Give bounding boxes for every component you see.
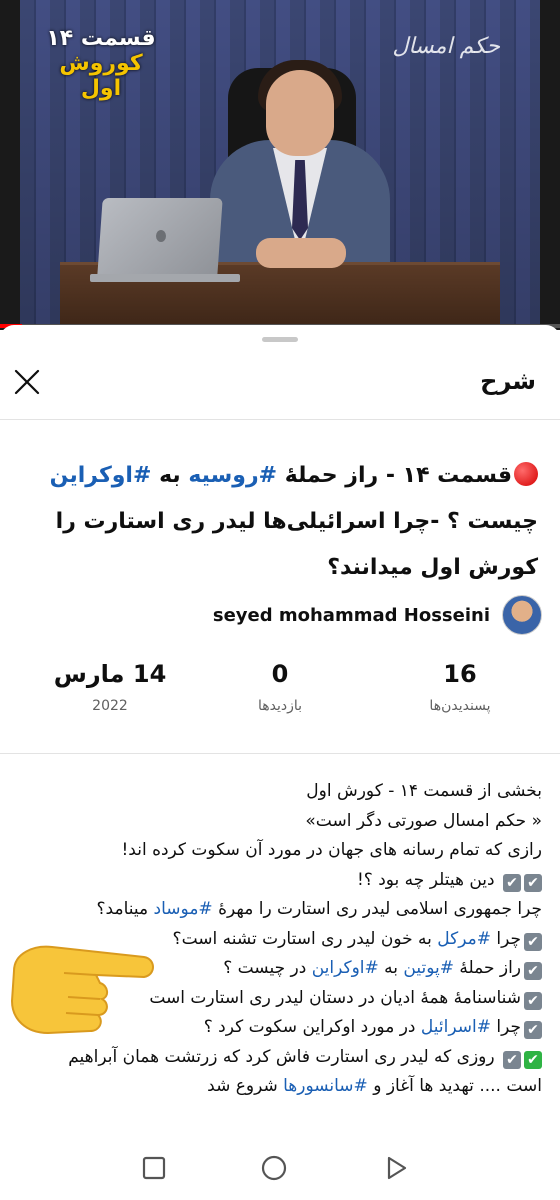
close-button[interactable] bbox=[10, 365, 44, 399]
desc-text: به خون لیدر ری استارت تشنه است؟ bbox=[172, 928, 438, 949]
hashtag-censorship[interactable]: #سانسورها bbox=[283, 1076, 368, 1096]
back-icon bbox=[387, 1156, 407, 1180]
hashtag-russia[interactable]: #روسیه bbox=[188, 463, 277, 488]
desc-line: است .... تهدید ها آغاز و #سانسورها شروع … bbox=[12, 1072, 542, 1102]
desc-text: شناسنامهٔ همهٔ ادیان در دستان لیدر ری اس… bbox=[149, 987, 521, 1008]
video-frame: قسمت ۱۴ کوروش اول حکم امسال bbox=[20, 0, 540, 330]
title-text-2: به bbox=[151, 463, 189, 488]
recents-button[interactable] bbox=[140, 1154, 168, 1182]
title-text-1: قسمت ۱۴ - راز حملهٔ bbox=[277, 463, 512, 488]
home-button[interactable] bbox=[260, 1154, 288, 1182]
hashtag-ukraine-2[interactable]: #اوکراین bbox=[312, 958, 379, 978]
check-icon: ✔ bbox=[503, 873, 521, 892]
date-stat: 14 مارس 2022 bbox=[30, 660, 190, 714]
channel-avatar[interactable] bbox=[502, 595, 542, 635]
desc-text: در مورد اوکراین سکوت کرد ؟ bbox=[203, 1017, 421, 1037]
channel-name[interactable]: seyed mohammad Hosseini bbox=[213, 605, 490, 626]
sheet-title: شرح bbox=[480, 367, 536, 395]
likes-stat: 16 پسندیدن‌ها bbox=[380, 660, 540, 714]
likes-count: 16 bbox=[443, 660, 477, 688]
check-icon: ✔ bbox=[524, 1021, 542, 1039]
video-title: قسمت ۱۴ - راز حملهٔ #روسیه به #اوکراین چ… bbox=[18, 453, 538, 591]
hashtag-putin[interactable]: #پوتین bbox=[403, 958, 454, 978]
stats-row: 16 پسندیدن‌ها 0 بازدیدها 14 مارس 2022 bbox=[0, 660, 560, 740]
green-check-icon: ✔ bbox=[524, 1050, 542, 1069]
likes-label: پسندیدن‌ها bbox=[429, 698, 491, 714]
desc-text: دین هیتلر چه بود ؟! bbox=[356, 869, 495, 890]
desc-line: چرا جمهوری اسلامی لیدر ری استارت را مهره… bbox=[12, 895, 542, 925]
desc-text: چرا جمهوری اسلامی لیدر ری استارت را مهره… bbox=[212, 899, 542, 919]
date-day-month: 14 مارس bbox=[53, 660, 167, 688]
video-player[interactable]: قسمت ۱۴ کوروش اول حکم امسال bbox=[0, 0, 560, 330]
stats-divider bbox=[0, 753, 560, 754]
channel-row[interactable]: seyed mohammad Hosseini bbox=[213, 595, 542, 635]
hashtag-ukraine[interactable]: #اوکراین bbox=[50, 463, 152, 488]
close-icon bbox=[14, 369, 40, 395]
views-label: بازدیدها bbox=[257, 698, 303, 714]
desc-text: به bbox=[378, 958, 404, 978]
apple-logo-icon bbox=[156, 230, 166, 242]
episode-name: کوروش اول bbox=[59, 51, 143, 101]
desc-line: رازی که تمام رسانه های جهان در مورد آن س… bbox=[121, 840, 542, 860]
desc-text: چرا bbox=[490, 1017, 521, 1037]
desc-text: در چیست ؟ bbox=[223, 958, 312, 978]
system-nav-bar bbox=[0, 1136, 560, 1200]
laptop-base bbox=[90, 274, 240, 282]
check-icon: ✔ bbox=[524, 873, 542, 892]
episode-number: قسمت ۱۴ bbox=[46, 26, 156, 51]
check-icon: ✔ bbox=[524, 932, 542, 951]
desc-line: بخشی از قسمت ۱۴ - کورش اول bbox=[306, 781, 542, 801]
red-circle-icon bbox=[514, 462, 538, 486]
views-stat: 0 بازدیدها bbox=[200, 660, 360, 714]
hashtag-merkel[interactable]: #مرکل bbox=[437, 929, 491, 949]
check-icon: ✔ bbox=[524, 991, 542, 1010]
home-icon bbox=[261, 1155, 287, 1181]
channel-watermark: حکم امسال bbox=[392, 34, 500, 59]
date-year: 2022 bbox=[92, 698, 128, 714]
hashtag-israel[interactable]: #اسرائیل bbox=[421, 1017, 491, 1037]
pointing-hand-icon bbox=[10, 945, 154, 1035]
desc-text: روزی که لیدر ری استارت فاش کرد که زرتشت … bbox=[68, 1046, 495, 1067]
desc-line: « حکم امسال صورتی دگر است» bbox=[305, 810, 542, 831]
episode-badge: قسمت ۱۴ کوروش اول bbox=[46, 26, 156, 101]
header-divider bbox=[0, 419, 560, 420]
title-text-3: چیست ؟ -چرا اسرائیلی‌ها لیدر ری استارت ر… bbox=[55, 509, 538, 580]
description-sheet: شرح قسمت ۱۴ - راز حملهٔ #روسیه به #اوکرا… bbox=[0, 325, 560, 1200]
hashtag-mossad[interactable]: #موساد bbox=[154, 899, 213, 919]
sheet-header: شرح bbox=[0, 355, 560, 415]
desc-text: راز حملهٔ bbox=[453, 958, 521, 978]
desc-text: شروع شد bbox=[207, 1076, 284, 1096]
check-icon: ✔ bbox=[524, 962, 542, 980]
presenter-hands bbox=[256, 238, 346, 268]
presenter-face bbox=[266, 70, 334, 156]
desc-text: است .... تهدید ها آغاز و bbox=[367, 1076, 542, 1096]
check-icon: ✔ bbox=[503, 1050, 521, 1069]
desc-text: مینامد؟ bbox=[96, 899, 154, 919]
recents-icon bbox=[142, 1156, 166, 1180]
back-button[interactable] bbox=[382, 1154, 410, 1182]
desc-text: چرا bbox=[490, 928, 521, 949]
views-count: 0 bbox=[271, 660, 289, 688]
drag-handle[interactable] bbox=[262, 337, 298, 342]
desc-line: ✔✔ دین هیتلر چه بود ؟! bbox=[12, 866, 542, 896]
desc-line: ✔✔ روزی که لیدر ری استارت فاش کرد که زرت… bbox=[12, 1043, 542, 1073]
